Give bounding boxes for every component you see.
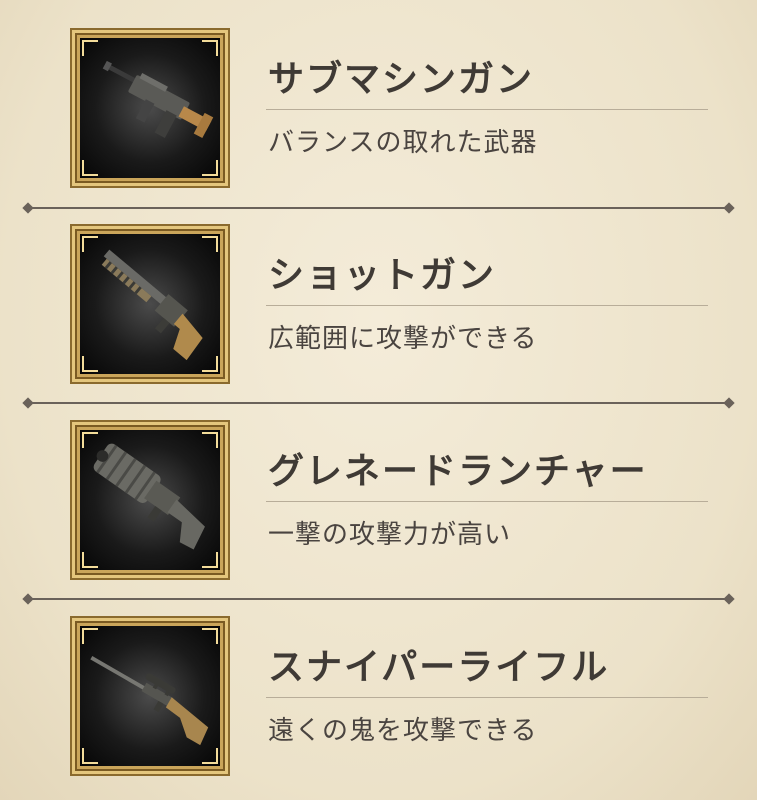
- weapon-icon-frame: [70, 28, 230, 188]
- weapon-description: バランスの取れた武器: [268, 128, 538, 158]
- weapon-description: 広範囲に攻撃ができる: [268, 324, 538, 354]
- weapon-row-grenade-launcher[interactable]: グレネードランチャー 一撃の攻撃力が高い: [0, 392, 757, 588]
- weapon-description: 遠くの鬼を攻撃できる: [268, 716, 538, 746]
- name-underline: [266, 501, 708, 502]
- sniper-rifle-icon: [90, 655, 209, 746]
- weapon-row-sniper-rifle[interactable]: スナイパーライフル 遠くの鬼を攻撃できる: [0, 588, 757, 784]
- weapon-name: スナイパーライフル: [268, 646, 610, 688]
- name-underline: [266, 697, 708, 698]
- submachine-gun-icon: [102, 60, 214, 139]
- weapon-description: 一撃の攻撃力が高い: [268, 520, 512, 550]
- weapon-icon-frame: [70, 420, 230, 580]
- weapon-icon-frame: [70, 616, 230, 776]
- grenade-launcher-icon: [93, 443, 205, 550]
- weapon-name: ショットガン: [268, 254, 497, 296]
- weapon-name: サブマシンガン: [268, 58, 535, 100]
- shotgun-icon: [101, 249, 203, 361]
- weapon-name: グレネードランチャー: [268, 450, 648, 492]
- weapon-row-submachine-gun[interactable]: サブマシンガン バランスの取れた武器: [0, 0, 757, 196]
- weapon-row-shotgun[interactable]: ショットガン 広範囲に攻撃ができる: [0, 196, 757, 392]
- weapon-icon-frame: [70, 224, 230, 384]
- name-underline: [266, 305, 708, 306]
- name-underline: [266, 109, 708, 110]
